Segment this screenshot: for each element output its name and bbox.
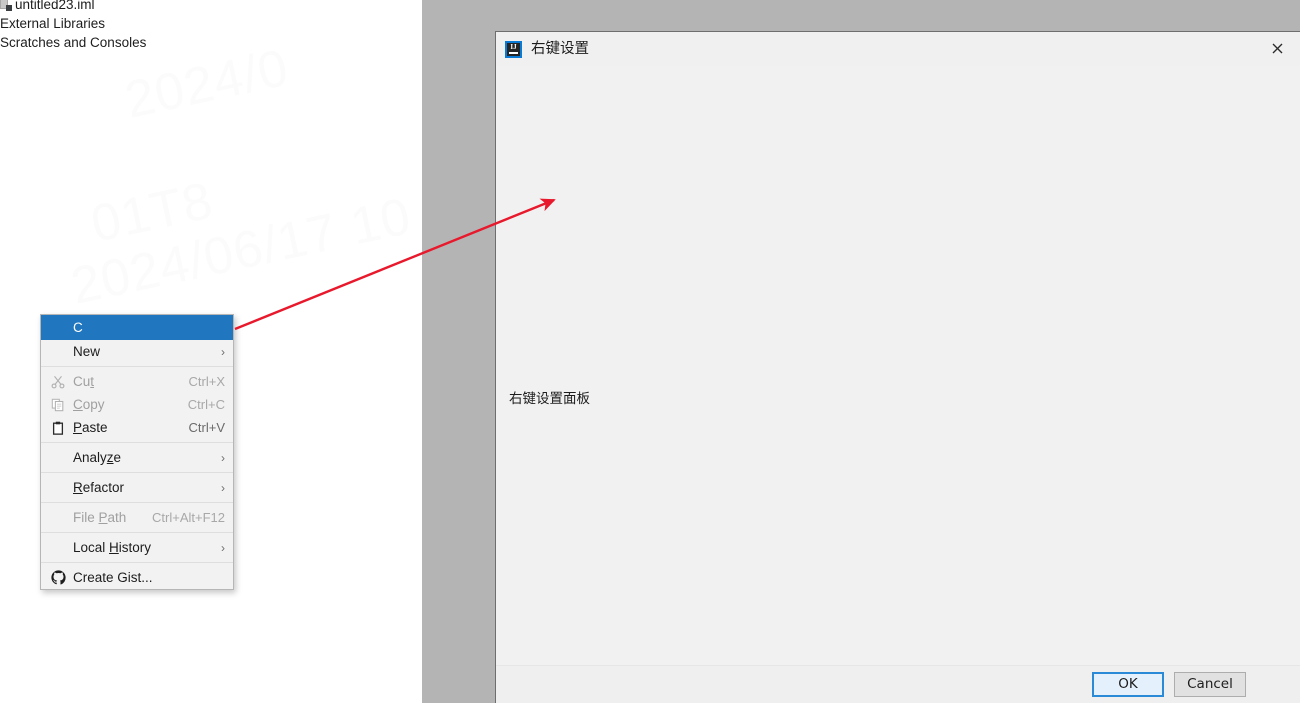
- menu-item-copy[interactable]: Copy Ctrl+C: [41, 393, 233, 416]
- tree-item-label: External Libraries: [0, 16, 106, 31]
- menu-item-create-gist[interactable]: Create Gist...: [41, 566, 233, 589]
- cancel-button[interactable]: Cancel: [1174, 672, 1246, 697]
- dialog-footer: OK Cancel: [496, 665, 1300, 703]
- menu-item-label: Paste: [73, 420, 108, 435]
- menu-item-paste[interactable]: Paste Ctrl+V: [41, 416, 233, 439]
- tree-item-label: Scratches and Consoles: [0, 35, 147, 50]
- clipboard-icon: [50, 420, 66, 436]
- context-menu: C New › Cut Ctrl+X Copy Ctrl+C Paste Ctr…: [40, 314, 234, 590]
- dialog-title: 右键设置: [531, 40, 589, 57]
- menu-item-shortcut: Ctrl+Alt+F12: [152, 510, 225, 525]
- menu-item-label: Refactor: [73, 480, 125, 495]
- chevron-right-icon: ›: [221, 480, 225, 495]
- menu-separator: [41, 442, 233, 443]
- menu-item-label: Local History: [73, 540, 152, 555]
- watermark-line-2: 2024/06/17 10: [66, 187, 417, 316]
- menu-item-refactor[interactable]: Refactor ›: [41, 476, 233, 499]
- menu-item-icon-placeholder: [50, 320, 66, 336]
- menu-item-icon-placeholder: [50, 480, 66, 496]
- menu-item-shortcut: Ctrl+V: [188, 420, 225, 435]
- close-button[interactable]: [1254, 32, 1300, 65]
- intellij-idea-icon-text: IJ: [510, 42, 517, 51]
- menu-item-cut[interactable]: Cut Ctrl+X: [41, 370, 233, 393]
- menu-item-c[interactable]: C: [41, 315, 233, 340]
- chevron-right-icon: ›: [221, 540, 225, 555]
- tree-item-label: untitled23.iml: [15, 0, 95, 12]
- close-icon: [1272, 43, 1282, 54]
- menu-item-label: Create Gist...: [73, 570, 153, 585]
- dialog-body: 右键设置面板: [496, 66, 1300, 665]
- menu-item-icon-placeholder: [50, 540, 66, 556]
- menu-item-analyze[interactable]: Analyze ›: [41, 446, 233, 469]
- github-icon: [50, 570, 66, 586]
- menu-item-icon-placeholder: [50, 344, 66, 360]
- menu-item-label: C: [73, 320, 83, 335]
- menu-item-shortcut: Ctrl+C: [187, 397, 225, 412]
- menu-item-file-path[interactable]: File Path Ctrl+Alt+F12: [41, 506, 233, 529]
- tree-item-scratches-and-consoles[interactable]: Scratches and Consoles: [0, 34, 146, 52]
- menu-item-icon-placeholder: [50, 510, 66, 526]
- panel-description-text: 右键设置面板: [509, 391, 590, 407]
- menu-item-label: Cut: [73, 374, 95, 389]
- menu-item-label: Analyze: [73, 450, 122, 465]
- screen-root: 2024/0 01T8 2024/06/17 10 untitled23.iml…: [0, 0, 1300, 703]
- menu-separator: [41, 472, 233, 473]
- menu-item-label: New: [73, 344, 101, 359]
- tree-item-untitled23-iml[interactable]: untitled23.iml: [0, 0, 95, 14]
- scissors-icon: [50, 374, 66, 390]
- tree-item-external-libraries[interactable]: External Libraries: [0, 15, 105, 33]
- watermark-line-1: 01T8: [86, 171, 219, 254]
- copy-icon: [50, 397, 66, 413]
- menu-separator: [41, 366, 233, 367]
- module-icon: [0, 0, 14, 12]
- menu-separator: [41, 532, 233, 533]
- menu-separator: [41, 562, 233, 563]
- menu-item-icon-placeholder: [50, 450, 66, 466]
- ok-button[interactable]: OK: [1092, 672, 1164, 697]
- chevron-right-icon: ›: [221, 450, 225, 465]
- dialog-titlebar[interactable]: IJ 右键设置: [496, 32, 1300, 66]
- chevron-right-icon: ›: [221, 344, 225, 359]
- menu-separator: [41, 502, 233, 503]
- menu-item-label: Copy: [73, 397, 105, 412]
- intellij-idea-icon: IJ: [505, 40, 522, 58]
- settings-dialog: IJ 右键设置 右键设置面板 OK Cancel: [495, 31, 1300, 703]
- menu-item-shortcut: Ctrl+X: [188, 374, 225, 389]
- menu-item-new[interactable]: New ›: [41, 340, 233, 363]
- menu-item-label: File Path: [73, 510, 127, 525]
- menu-item-local-history[interactable]: Local History ›: [41, 536, 233, 559]
